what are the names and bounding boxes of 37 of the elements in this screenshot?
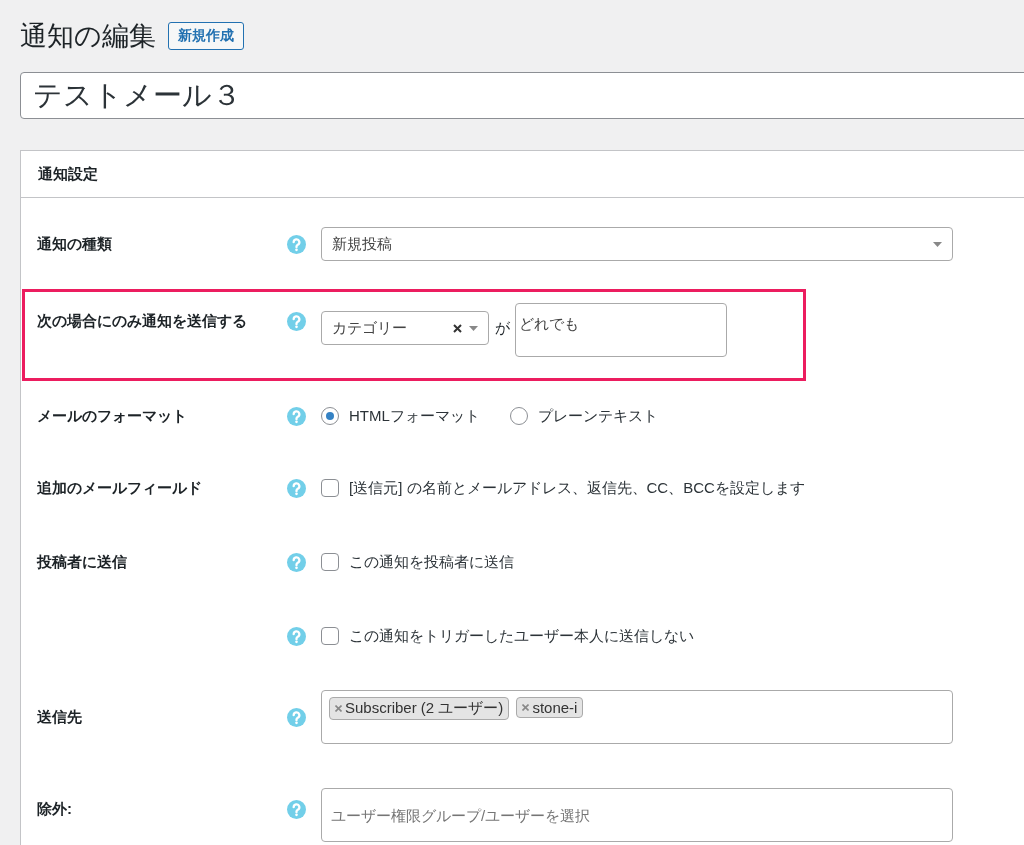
clear-icon[interactable] [453,323,462,333]
checkbox-option[interactable]: [送信元] の名前とメールアドレス、返信先、CC、BCCを設定します [321,478,961,498]
help-icon[interactable] [287,312,306,331]
type-dropdown[interactable]: 新規投稿 [321,227,953,261]
field-label: 次の場合にのみ通知を送信する [37,312,247,329]
field-label: 送信先 [37,707,82,725]
connector-text: が [495,319,510,338]
field-label: 通知の種類 [37,234,112,252]
recipient-tag[interactable]: stone-i [516,697,584,718]
panel-title: 通知設定 [38,164,98,184]
field-label: メールのフォーマット [37,406,187,424]
field-label: 投稿者に送信 [37,552,127,570]
title-field[interactable]: テストメール３ [20,72,1024,119]
recipient-tag[interactable]: Subscriber (2 ユーザー) [329,697,510,720]
remove-icon[interactable] [522,704,530,711]
field-label: 除外: [37,800,72,817]
checkbox-option[interactable]: この通知をトリガーしたユーザー本人に送信しない [321,626,961,646]
exclude-field[interactable]: ユーザー権限グループ/ユーザーを選択 [321,788,953,842]
caret-icon [469,325,478,331]
condition-dropdown[interactable]: カテゴリー [321,311,489,345]
help-icon[interactable] [287,234,306,254]
remove-icon[interactable] [335,705,342,712]
new-button[interactable]: 新規作成 [168,22,244,50]
format-radio-option[interactable]: プレーンテキスト [509,406,658,426]
help-icon[interactable] [287,707,306,727]
help-icon[interactable] [287,626,306,646]
field-label: 追加のメールフィールド [37,478,202,496]
help-icon[interactable] [287,552,306,572]
format-radio-option[interactable]: HTMLフォーマット [321,406,480,426]
help-icon[interactable] [287,478,306,498]
page-title: 通知の編集 [20,20,156,53]
condition-value-field[interactable]: どれでも [515,303,727,357]
recipients-field[interactable]: Subscriber (2 ユーザー) stone-i [321,690,953,744]
checkbox-option[interactable]: この通知を投稿者に送信 [321,552,961,572]
help-icon[interactable] [287,406,306,426]
help-icon[interactable] [287,800,306,819]
caret-icon [933,241,942,247]
